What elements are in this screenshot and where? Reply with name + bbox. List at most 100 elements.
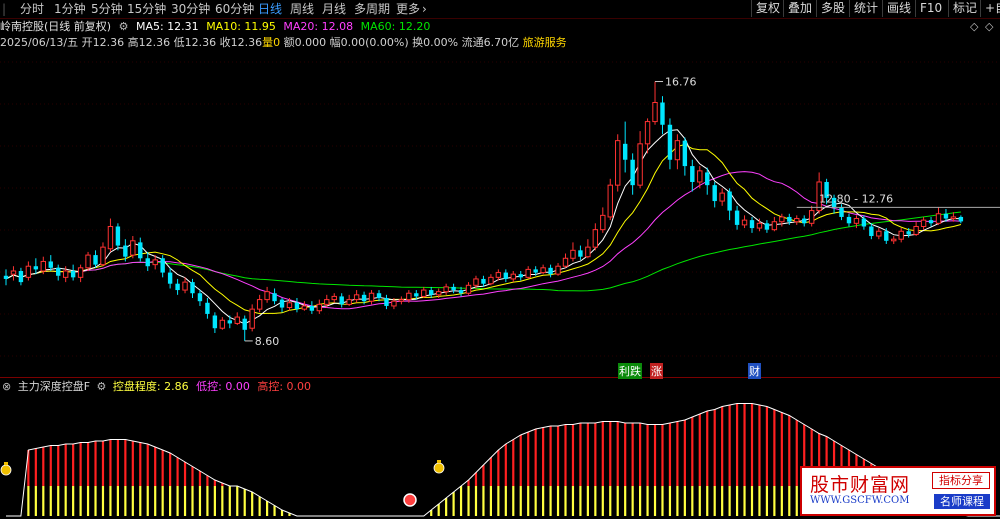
watermark-title: 股市财富网 <box>810 474 911 496</box>
candle-body <box>869 226 874 237</box>
candle-body <box>510 273 516 280</box>
candle-body <box>197 293 203 302</box>
moneybag-body <box>433 462 445 474</box>
candle-body <box>56 267 61 276</box>
candle <box>615 134 621 192</box>
candle-body <box>481 278 486 284</box>
candle <box>376 290 382 302</box>
range-label: 12.80 - 12.76 <box>819 192 893 205</box>
candle-body <box>898 230 904 240</box>
moneybag-neck <box>437 460 441 463</box>
candle-body <box>391 300 397 307</box>
candle-body <box>488 276 494 285</box>
candle <box>839 204 844 221</box>
candle <box>219 317 226 330</box>
candle-body <box>48 261 53 268</box>
ball-body <box>403 493 417 507</box>
settings-icon[interactable]: ⚙ <box>97 380 107 393</box>
candle-body <box>182 281 188 291</box>
moneybag-icon <box>0 462 12 476</box>
candle <box>525 266 531 279</box>
candle-body <box>242 318 247 330</box>
candle-body <box>324 299 330 305</box>
marker-rise[interactable]: 涨 <box>650 363 663 379</box>
ma-lines <box>5 129 962 325</box>
candle <box>429 286 434 299</box>
candle <box>592 223 599 251</box>
candle <box>607 178 613 221</box>
candle-body <box>585 246 591 258</box>
candle <box>540 264 546 275</box>
candle-body <box>622 143 628 160</box>
candle-body <box>674 140 681 161</box>
indicator-legend: ⊗ 主力深度控盘F ⚙ 控盘程度: 2.86 低控: 0.00 高控: 0.00 <box>0 379 311 395</box>
candle <box>264 286 270 303</box>
candle-body <box>518 274 523 278</box>
candle <box>100 242 106 267</box>
candle-body <box>368 292 375 302</box>
candle <box>294 298 300 313</box>
candle <box>145 251 150 271</box>
candle-body <box>920 219 927 227</box>
candle-body <box>107 225 114 250</box>
candle <box>451 283 456 294</box>
marker-finance[interactable]: 财 <box>748 363 761 379</box>
candle <box>93 250 98 268</box>
candle-body <box>234 316 240 324</box>
candle-body <box>429 290 434 295</box>
candle <box>518 270 523 281</box>
candle-body <box>3 275 9 279</box>
candle-body <box>316 303 323 312</box>
candle <box>771 216 778 232</box>
candle-body <box>876 230 882 237</box>
candle <box>869 223 874 240</box>
candle <box>562 253 569 268</box>
candle-body <box>808 210 815 224</box>
candle <box>242 315 247 341</box>
candle-body <box>749 220 755 229</box>
candle-body <box>398 299 405 302</box>
candle-body <box>727 191 732 211</box>
candle <box>846 213 852 227</box>
candle <box>346 294 352 306</box>
candle-body <box>562 257 569 267</box>
candle <box>667 118 673 170</box>
candle-body <box>525 268 531 278</box>
low-label: 8.60 <box>255 335 280 348</box>
candle-body <box>600 214 606 231</box>
candle <box>331 293 337 303</box>
candle <box>197 290 203 306</box>
candle-body <box>853 218 860 224</box>
candle <box>421 286 427 299</box>
candle <box>465 282 472 295</box>
candle-body <box>667 124 673 160</box>
candle-body <box>607 184 613 218</box>
close-circle-icon[interactable]: ⊗ <box>2 380 11 393</box>
candle-body <box>115 226 121 246</box>
candle <box>898 228 904 243</box>
candle <box>660 96 665 135</box>
candle <box>727 188 732 221</box>
candle <box>764 220 770 233</box>
candle-body <box>190 282 195 294</box>
marker-drop[interactable]: 利跌 <box>618 363 642 379</box>
candle-body <box>503 272 509 279</box>
indicator-high: 高控: 0.00 <box>257 380 312 393</box>
candle <box>690 159 695 192</box>
candle <box>301 301 308 311</box>
candle <box>712 181 717 208</box>
candle-body <box>130 240 136 256</box>
candle <box>637 131 643 189</box>
candle-body <box>123 245 128 257</box>
candle <box>212 312 218 333</box>
candle <box>130 236 136 259</box>
candle <box>25 261 32 281</box>
candle <box>272 288 277 305</box>
candle <box>794 215 800 225</box>
candle <box>652 81 658 125</box>
candle-body <box>331 295 337 301</box>
candle-body <box>950 216 957 220</box>
candle <box>175 278 180 295</box>
watermark-url: WWW.GSCFW.COM <box>810 495 910 506</box>
candle <box>958 215 964 224</box>
